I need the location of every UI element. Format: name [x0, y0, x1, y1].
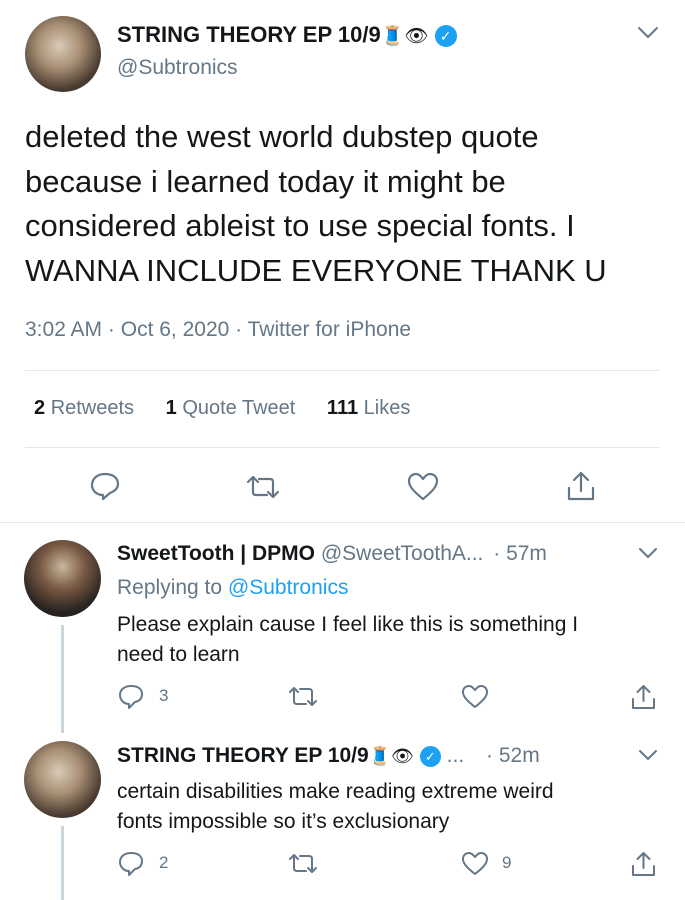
- likes-count: 111: [326, 397, 359, 419]
- replying-to: Replying to @Subtronics: [117, 576, 348, 600]
- tweet-text: deleted the west world dubstep quote bec…: [25, 115, 607, 293]
- verified-badge-icon: ✓: [419, 745, 441, 767]
- reply-icon[interactable]: [117, 683, 145, 710]
- reply-time[interactable]: · 52m: [486, 744, 540, 767]
- quotes-label: Quote Tweet: [182, 397, 296, 419]
- reply-avatar[interactable]: [24, 741, 101, 818]
- reply-avatar[interactable]: [24, 540, 101, 617]
- retweet-icon[interactable]: [287, 685, 319, 708]
- replying-to-prefix: Replying to: [117, 576, 223, 599]
- reply-header: STRING THEORY EP 10/9🧵👁 ✓ ... · 52m: [117, 744, 540, 768]
- thread-line: [61, 826, 64, 900]
- retweets-stat[interactable]: 2 Retweets: [34, 397, 134, 419]
- reply-header: SweetTooth | DPMO @SweetToothA... · 57m: [117, 542, 547, 566]
- likes-stat[interactable]: 111 Likes: [327, 397, 410, 419]
- retweets-label: Retweets: [50, 397, 135, 419]
- share-icon[interactable]: [630, 850, 657, 878]
- avatar[interactable]: [25, 16, 101, 92]
- chevron-down-icon[interactable]: [638, 749, 658, 762]
- reply-icon[interactable]: [89, 471, 121, 501]
- tweet-source[interactable]: Twitter for iPhone: [248, 318, 411, 341]
- thread-line: [61, 625, 64, 733]
- replying-to-handle[interactable]: @Subtronics: [228, 576, 349, 599]
- reply-count: 3: [159, 686, 169, 705]
- reply-icon[interactable]: [117, 850, 145, 877]
- likes-label: Likes: [363, 397, 411, 419]
- reply-text: certain disabilities make reading extrem…: [117, 777, 554, 837]
- author-emoji: 🧵👁: [380, 25, 429, 47]
- author-handle[interactable]: @Subtronics: [117, 56, 238, 80]
- reply-text: Please explain cause I feel like this is…: [117, 610, 578, 670]
- reply-time[interactable]: · 57m: [493, 542, 547, 565]
- tweet-text-line: because i learned today it might be: [25, 163, 506, 199]
- tweet-text-line: deleted the west world dubstep quote: [25, 119, 539, 154]
- meta-separator: ·: [235, 318, 243, 341]
- quotes-count: 1: [165, 397, 177, 419]
- reply-author-handle-ellipsis[interactable]: ...: [447, 744, 465, 767]
- reply-author-emoji: 🧵👁: [368, 746, 414, 767]
- share-icon[interactable]: [630, 683, 657, 711]
- reply-author-name[interactable]: SweetTooth | DPMO: [117, 542, 315, 565]
- divider: [25, 447, 660, 448]
- reply-count: 2: [159, 853, 169, 872]
- retweet-icon[interactable]: [245, 474, 281, 500]
- tweet-date[interactable]: Oct 6, 2020: [121, 318, 230, 341]
- reply-text-line: certain disabilities make reading extrem…: [117, 780, 554, 803]
- author-display-name[interactable]: STRING THEORY EP 10/9: [117, 22, 381, 47]
- like-count: 9: [502, 853, 512, 872]
- chevron-down-icon[interactable]: [638, 547, 658, 560]
- divider: [25, 370, 660, 371]
- meta-separator: ·: [107, 318, 115, 341]
- divider: [0, 522, 685, 523]
- reply-text-line: fonts impossible so it’s exclusionary: [117, 810, 450, 833]
- retweet-icon[interactable]: [287, 852, 319, 875]
- verified-badge-icon: ✓: [434, 25, 457, 48]
- like-icon[interactable]: [461, 684, 489, 710]
- like-icon[interactable]: [461, 851, 489, 877]
- reply-text-line: need to learn: [117, 643, 240, 666]
- retweets-count: 2: [34, 397, 46, 419]
- reply-author-name[interactable]: STRING THEORY EP 10/9: [117, 744, 369, 767]
- quotes-stat[interactable]: 1 Quote Tweet: [166, 397, 296, 419]
- like-icon[interactable]: [407, 472, 439, 502]
- chevron-down-icon[interactable]: [637, 26, 659, 40]
- tweet-stats: 2 Retweets 1 Quote Tweet 111 Likes: [34, 397, 410, 420]
- share-icon[interactable]: [566, 470, 596, 502]
- author-name-row: STRING THEORY EP 10/9🧵👁 ✓: [117, 22, 457, 48]
- tweet-text-line: considered ableist to use special fonts.…: [25, 208, 575, 243]
- tweet-meta: 3:02 AM · Oct 6, 2020 · Twitter for iPho…: [25, 318, 411, 342]
- tweet-time[interactable]: 3:02 AM: [25, 318, 102, 341]
- reply-author-handle[interactable]: @SweetToothA...: [321, 542, 484, 565]
- tweet-text-line: WANNA INCLUDE EVERYONE THANK U: [25, 252, 607, 288]
- reply-text-line: Please explain cause I feel like this is…: [117, 613, 579, 636]
